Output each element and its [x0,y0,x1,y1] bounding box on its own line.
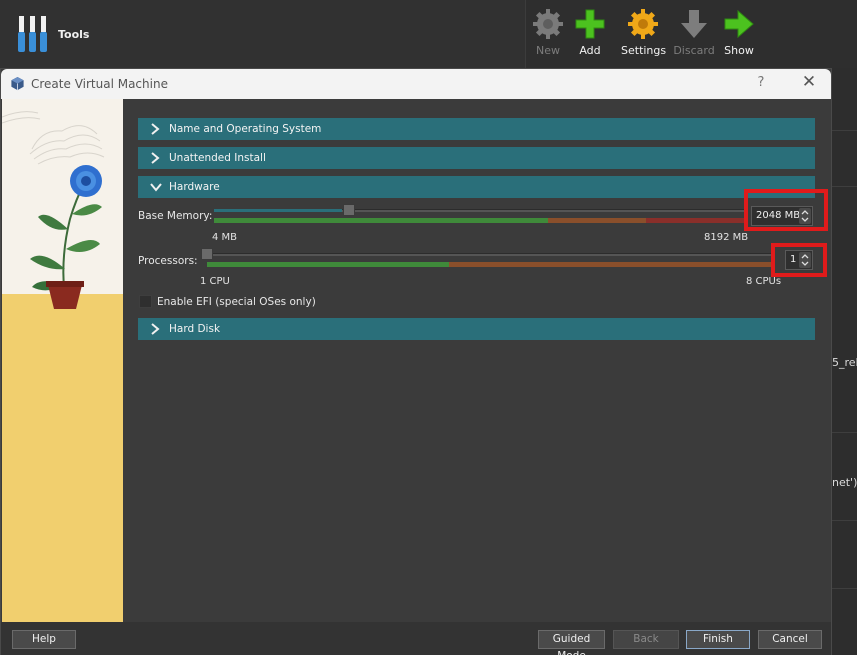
section-unattended[interactable]: Unattended Install [138,147,815,169]
section-hard-disk-label: Hard Disk [169,323,221,335]
settings-button[interactable]: Settings [621,8,667,64]
new-button[interactable]: New [526,8,570,64]
background-text-2: net') [832,476,857,489]
background-text-1: 5_rele [832,356,857,369]
wizard-content: Name and Operating System Unattended Ins… [123,99,831,622]
processors-label: Processors: [138,255,198,267]
plant-illustration [2,99,123,622]
gear-new-icon [533,9,563,39]
add-button[interactable]: Add [568,8,612,64]
arrow-right-icon [724,9,754,39]
chevron-right-icon [151,323,160,335]
finish-button[interactable]: Finish [686,630,750,649]
plus-icon [575,9,605,39]
new-button-label: New [536,44,560,57]
section-hardware[interactable]: Hardware [138,176,815,198]
cpu-slider-track[interactable] [201,253,773,256]
show-button-label: Show [724,44,754,57]
discard-button[interactable]: Discard [672,8,716,64]
arrow-down-icon [681,10,707,38]
gear-icon [628,9,658,39]
efi-checkbox[interactable] [139,295,152,308]
tools-panel[interactable]: Tools [0,0,526,68]
settings-button-label: Settings [621,44,667,57]
create-vm-dialog: Create Virtual Machine ? ✕ Name and Oper… [0,68,832,655]
dialog-footer: Help Guided Mode Back Finish Cancel [1,622,831,655]
memory-highlight-box [744,189,828,231]
cancel-button[interactable]: Cancel [758,630,822,649]
chevron-right-icon [151,123,160,135]
cpu-min-label: 1 CPU [200,276,230,287]
close-button[interactable]: ✕ [799,72,819,92]
section-hardware-label: Hardware [169,181,220,193]
show-button[interactable]: Show [717,8,761,64]
chevron-right-icon [151,152,160,164]
section-hard-disk[interactable]: Hard Disk [138,318,815,340]
chevron-down-icon [150,183,162,192]
memory-min-label: 4 MB [212,232,238,243]
memory-max-label: 8192 MB [704,232,749,243]
help-button[interactable]: Help [12,630,76,649]
guided-mode-button[interactable]: Guided Mode [538,630,605,655]
memory-range-bar [214,218,744,223]
background-vm-list: 5_rele net') [832,68,857,655]
cpu-max-label: 8 CPUs [746,276,782,287]
cpu-range-bar [207,262,773,267]
back-button[interactable]: Back [613,630,679,649]
section-unattended-label: Unattended Install [169,152,266,164]
title-help-button[interactable]: ? [753,75,769,90]
cpu-slider-handle[interactable] [201,248,213,260]
dialog-titlebar[interactable]: Create Virtual Machine ? ✕ [1,69,831,99]
tools-label: Tools [58,28,90,41]
add-button-label: Add [579,44,601,57]
base-memory-label: Base Memory: [138,210,213,222]
memory-slider-handle[interactable] [343,204,355,216]
tools-icon [18,16,47,52]
memory-slider-fill [214,209,342,212]
dialog-title: Create Virtual Machine [31,77,168,91]
wizard-illustration [2,99,123,622]
section-name-os-label: Name and Operating System [169,123,322,135]
main-toolbar: Tools New Add Settings Discard Show [0,0,857,68]
section-name-os[interactable]: Name and Operating System [138,118,815,140]
efi-label[interactable]: Enable EFI (special OSes only) [157,296,316,308]
discard-button-label: Discard [673,44,715,57]
cpu-highlight-box [771,243,827,277]
virtualbox-icon [11,76,24,91]
